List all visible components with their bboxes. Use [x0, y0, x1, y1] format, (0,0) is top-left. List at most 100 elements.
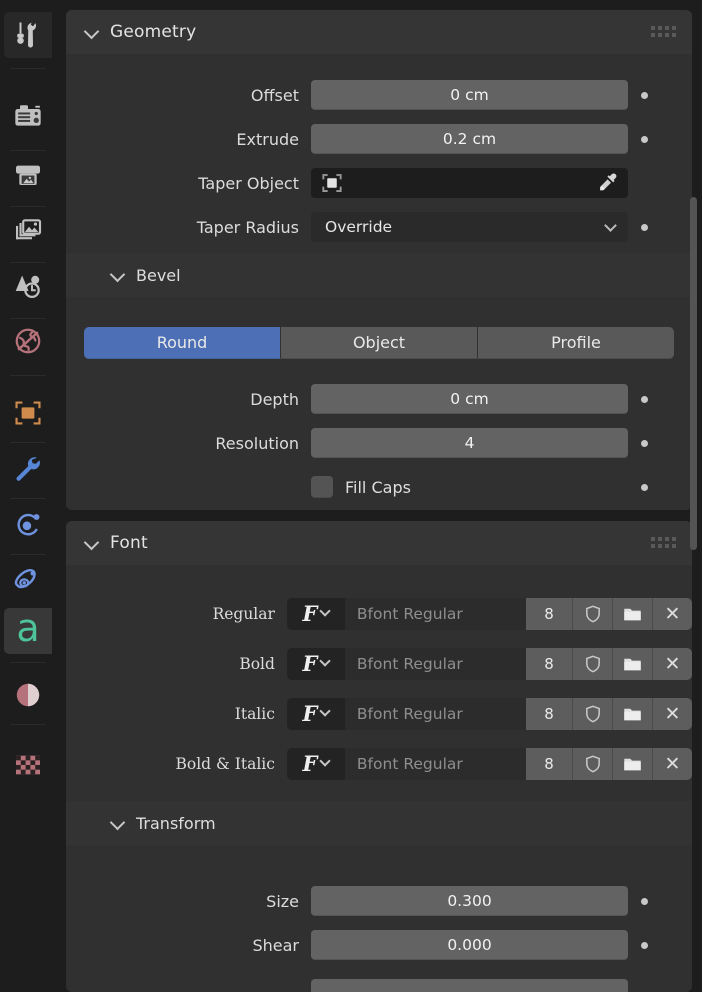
- animate-dot-icon[interactable]: [641, 91, 648, 99]
- font-browse-dropdown-icon[interactable]: F: [286, 648, 345, 680]
- font-browse-dropdown-icon[interactable]: F: [286, 698, 345, 730]
- drag-grip-icon[interactable]: [651, 537, 676, 549]
- taper-object-field[interactable]: [311, 168, 628, 198]
- animate-dot-icon[interactable]: [641, 439, 648, 447]
- font-bold-italic-label: Bold & Italic: [175, 755, 275, 773]
- sidebar-item-object[interactable]: [4, 390, 52, 436]
- font-browse-dropdown-icon[interactable]: F: [286, 598, 345, 630]
- extrude-label: Extrude: [236, 129, 299, 149]
- bevel-tab-round[interactable]: Round: [84, 327, 281, 359]
- open-folder-icon[interactable]: [612, 748, 652, 780]
- rail-divider: [10, 150, 46, 151]
- chevron-down-icon[interactable]: [108, 264, 130, 286]
- font-italic-label: Italic: [234, 705, 275, 723]
- rail-divider: [10, 662, 46, 663]
- chevron-down-icon[interactable]: [82, 21, 104, 43]
- font-browse-dropdown-icon[interactable]: F: [286, 748, 345, 780]
- sidebar-item-output[interactable]: [4, 152, 52, 198]
- unlink-x-icon[interactable]: ✕: [652, 598, 692, 630]
- open-folder-icon[interactable]: [612, 698, 652, 730]
- open-folder-icon[interactable]: [612, 598, 652, 630]
- font-italic-name[interactable]: Bfont Regular: [344, 698, 526, 730]
- animate-dot-icon[interactable]: [641, 941, 648, 949]
- font-bold-label: Bold: [239, 655, 275, 673]
- sidebar-item-modifiers[interactable]: [4, 446, 52, 492]
- sidebar-item-particles[interactable]: [4, 502, 52, 548]
- bevel-tab-profile[interactable]: Profile: [478, 327, 674, 359]
- font-bold-italic-name[interactable]: Bfont Regular: [344, 748, 526, 780]
- sidebar-item-view-layer[interactable]: [4, 208, 52, 254]
- open-folder-icon[interactable]: [612, 648, 652, 680]
- size-field[interactable]: 0.300: [311, 886, 628, 916]
- row-offset: Offset 0 cm: [66, 78, 692, 112]
- fill-caps-checkbox[interactable]: Fill Caps: [311, 476, 628, 498]
- resolution-field[interactable]: 4: [311, 428, 628, 458]
- font-italic-users[interactable]: 8: [526, 698, 572, 730]
- panel-font: Font Regular F Bfont Regular 8 ✕ Bold F …: [66, 521, 692, 992]
- tool-screwdriver-wrench-icon: [17, 22, 36, 48]
- depth-field[interactable]: 0 cm: [311, 384, 628, 414]
- sidebar-item-render[interactable]: [4, 94, 52, 140]
- fake-user-shield-icon[interactable]: [572, 648, 612, 680]
- animate-dot-icon[interactable]: [641, 395, 648, 403]
- taper-object-label: Taper Object: [198, 173, 299, 193]
- font-regular-name[interactable]: Bfont Regular: [344, 598, 526, 630]
- sidebar-item-texture[interactable]: [4, 742, 52, 788]
- row-size: Size 0.300: [66, 884, 692, 918]
- shear-field[interactable]: 0.000: [311, 930, 628, 960]
- font-bold-italic-users[interactable]: 8: [526, 748, 572, 780]
- properties-content: Geometry Offset 0 cm Extrude 0.2 cm Tape…: [56, 0, 702, 992]
- taper-radius-dropdown[interactable]: Override: [311, 212, 628, 242]
- depth-label: Depth: [250, 389, 299, 409]
- subpanel-bevel-title: Bevel: [136, 265, 181, 285]
- partial-field[interactable]: [311, 979, 628, 992]
- vertical-scrollbar[interactable]: [688, 0, 700, 992]
- font-bold-users[interactable]: 8: [526, 648, 572, 680]
- sidebar-item-world[interactable]: [4, 318, 52, 364]
- font-bold-name[interactable]: Bfont Regular: [344, 648, 526, 680]
- subpanel-bevel-header[interactable]: Bevel: [66, 253, 692, 297]
- row-partial-clipped: [66, 972, 692, 992]
- sidebar-item-tool[interactable]: [4, 12, 52, 58]
- sidebar-item-material[interactable]: [4, 672, 52, 718]
- chevron-down-icon[interactable]: [82, 532, 104, 554]
- eyedropper-icon[interactable]: [596, 171, 620, 195]
- font-regular-users[interactable]: 8: [526, 598, 572, 630]
- object-data-icon: [322, 174, 342, 192]
- offset-label: Offset: [250, 85, 299, 105]
- animate-dot-icon[interactable]: [641, 897, 648, 905]
- rail-divider: [10, 262, 46, 263]
- sidebar-item-physics[interactable]: [4, 558, 52, 604]
- animate-dot-icon[interactable]: [641, 223, 648, 231]
- animate-dot-icon[interactable]: [641, 135, 648, 143]
- sidebar-item-object-data-font[interactable]: a: [4, 608, 52, 654]
- scrollbar-thumb[interactable]: [690, 197, 697, 550]
- fake-user-shield-icon[interactable]: [572, 748, 612, 780]
- animate-dot-icon[interactable]: [641, 483, 648, 491]
- chevron-down-icon[interactable]: [108, 812, 130, 834]
- row-font-bold-italic: Bold & Italic F Bfont Regular 8 ✕: [66, 747, 692, 781]
- checkbox-box[interactable]: [311, 476, 333, 498]
- panel-geometry: Geometry Offset 0 cm Extrude 0.2 cm Tape…: [66, 10, 692, 510]
- panel-font-header[interactable]: Font: [66, 521, 692, 565]
- subpanel-transform-header[interactable]: Transform: [66, 801, 692, 845]
- drag-grip-icon[interactable]: [651, 26, 676, 38]
- sidebar-item-scene[interactable]: [4, 264, 52, 310]
- offset-field[interactable]: 0 cm: [311, 80, 628, 110]
- extrude-field[interactable]: 0.2 cm: [311, 124, 628, 154]
- font-regular-control: F Bfont Regular 8 ✕: [286, 598, 692, 630]
- fake-user-shield-icon[interactable]: [572, 698, 612, 730]
- unlink-x-icon[interactable]: ✕: [652, 648, 692, 680]
- row-taper-object: Taper Object: [66, 166, 692, 200]
- unlink-x-icon[interactable]: ✕: [652, 748, 692, 780]
- row-taper-radius: Taper Radius Override: [66, 210, 692, 244]
- fake-user-shield-icon[interactable]: [572, 598, 612, 630]
- chevron-down-icon: [604, 219, 617, 232]
- unlink-x-icon[interactable]: ✕: [652, 698, 692, 730]
- panel-geometry-header[interactable]: Geometry: [66, 10, 692, 54]
- bevel-tab-object[interactable]: Object: [281, 327, 478, 359]
- fill-caps-label: Fill Caps: [345, 477, 411, 497]
- rail-divider: [10, 554, 46, 555]
- taper-radius-value: Override: [325, 218, 393, 236]
- object-square-brackets-icon: [15, 401, 41, 425]
